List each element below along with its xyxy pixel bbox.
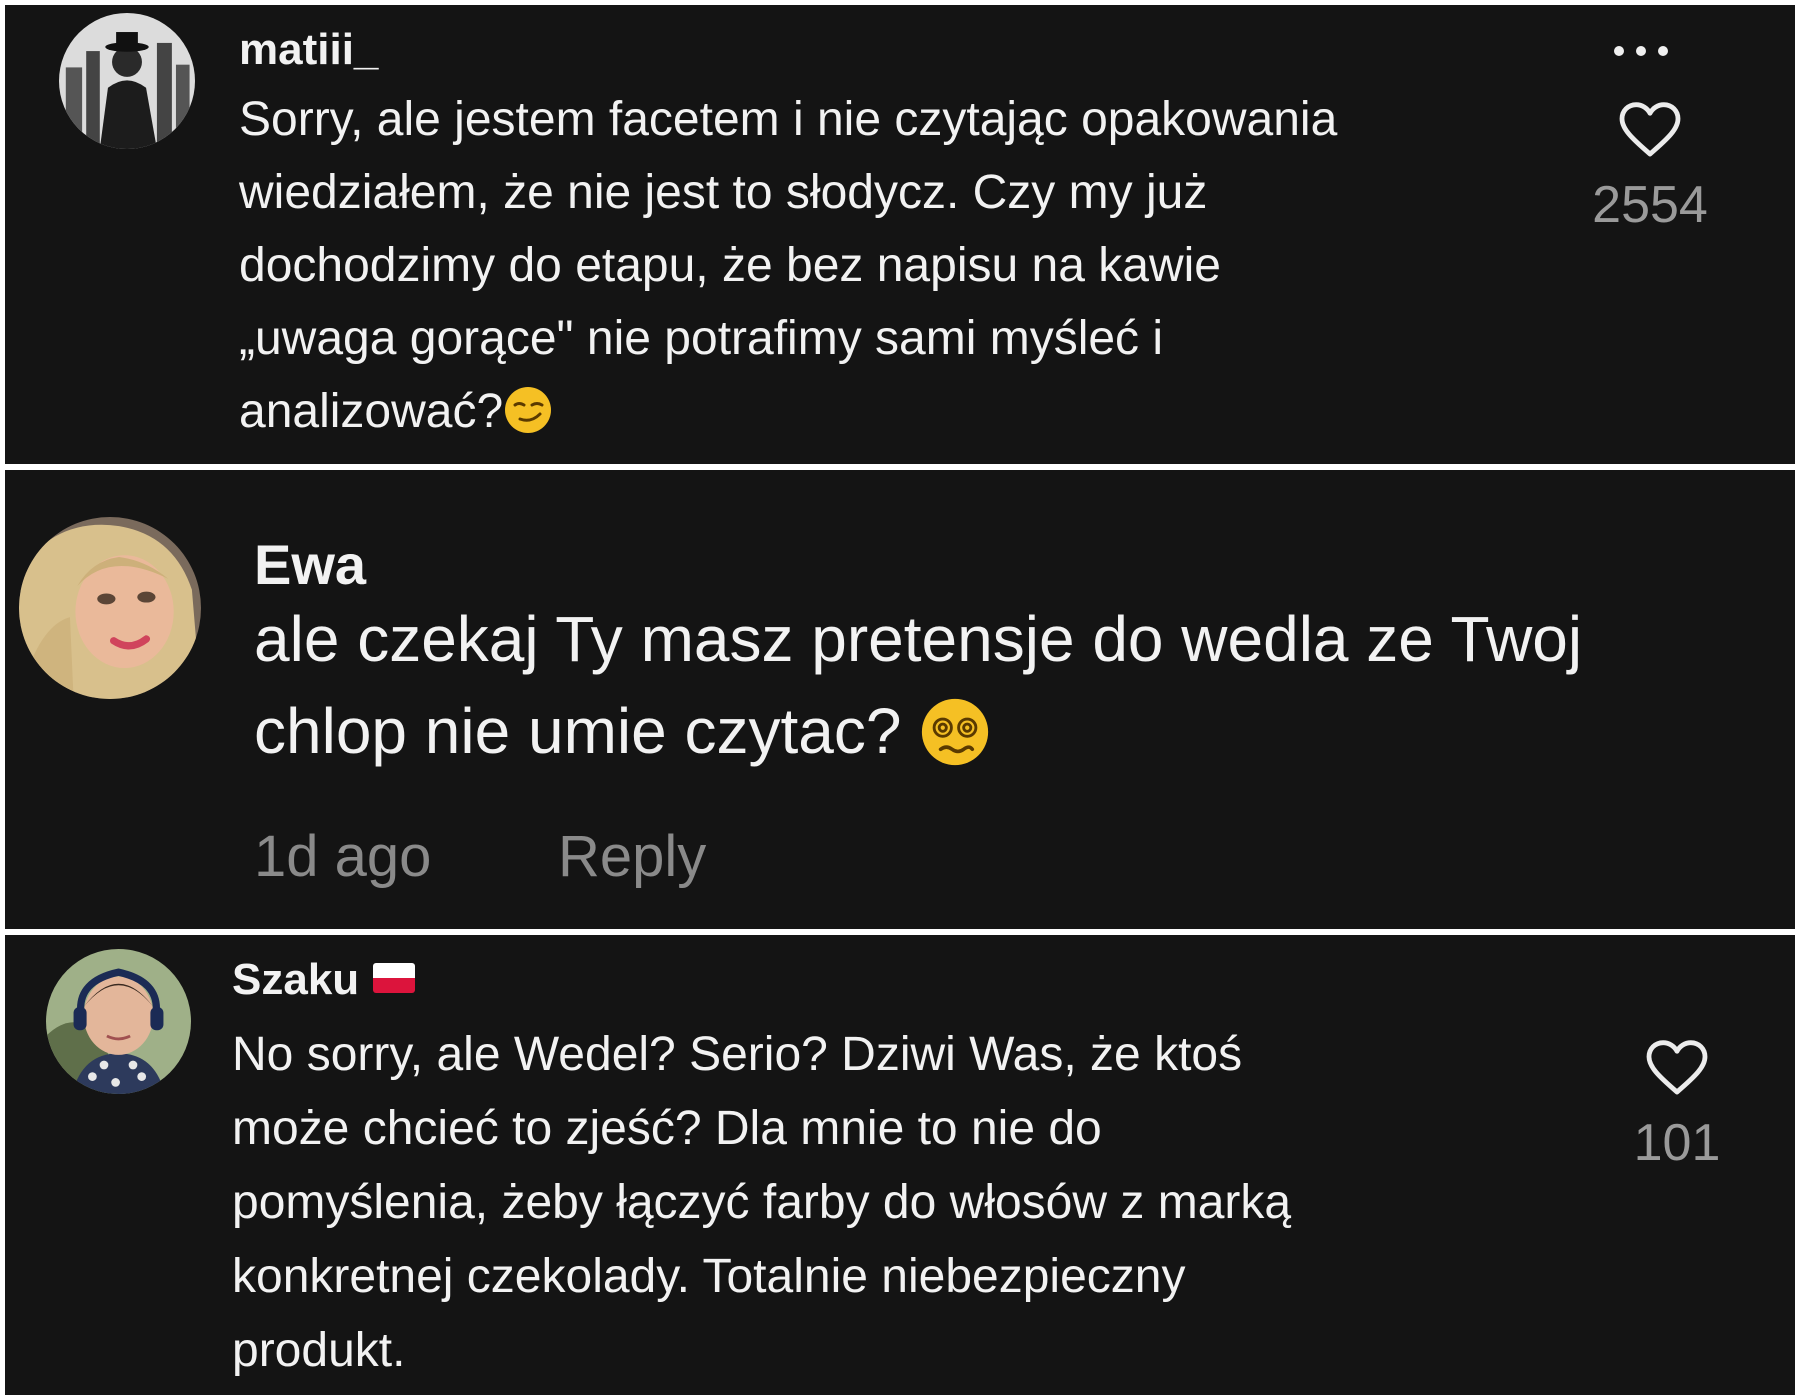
comment-card-matiii: matiii_ Sorry, ale jestem facetem i nie … [5,5,1795,464]
username[interactable]: matiii_ [239,25,378,75]
poland-flag-icon [373,963,416,994]
comment-line: Sorry, ale jestem facetem i nie czytając… [239,93,1338,146]
comment-line: konkretnej czekolady. Totalnie niebezpie… [232,1250,1186,1303]
comment-line: ale czekaj Ty masz pretensje do wedla ze… [254,603,1583,675]
comment-line: wiedziałem, że nie jest to słodycz. Czy … [239,166,1208,219]
reply-button[interactable]: Reply [558,823,706,890]
comment-line: chlop nie umie czytac? [254,685,1582,777]
dizzy-face-icon [922,698,989,766]
comment-text: ale czekaj Ty masz pretensje do wedla ze… [254,593,1582,777]
comment-line: produkt. [232,1324,406,1377]
comment-line: „uwaga gorące" nie potrafimy sami myśleć… [239,312,1164,365]
comment-card-szaku: Szaku No sorry, ale Wedel? Serio? Dziwi … [5,935,1795,1395]
heart-icon[interactable] [1618,100,1682,160]
comment-line: No sorry, ale Wedel? Serio? Dziwi Was, ż… [232,1028,1243,1081]
like-count: 2554 [1592,176,1708,234]
comment-text: Sorry, ale jestem facetem i nie czytając… [239,83,1337,448]
username[interactable]: Szaku [232,955,416,1005]
heart-icon[interactable] [1645,1038,1709,1098]
like-count: 101 [1633,1114,1721,1172]
comment-line: może chcieć to zjeść? Dla mnie to nie do [232,1102,1102,1155]
smirking-face-icon [505,387,552,434]
comment-line: pomyślenia, żeby łączyć farby do włosów … [232,1176,1292,1229]
avatar[interactable] [19,517,201,699]
comment-line: dochodzimy do etapu, że bez napisu na ka… [239,239,1221,292]
username[interactable]: Ewa [254,532,366,597]
avatar[interactable] [46,949,191,1094]
comment-line: analizować? [239,375,1337,448]
more-options-icon[interactable] [1614,46,1668,56]
comment-text: No sorry, ale Wedel? Serio? Dziwi Was, ż… [232,1018,1291,1388]
comment-card-ewa: Ewa ale czekaj Ty masz pretensje do wedl… [5,470,1795,929]
timestamp: 1d ago [254,824,432,889]
avatar[interactable] [59,13,195,149]
